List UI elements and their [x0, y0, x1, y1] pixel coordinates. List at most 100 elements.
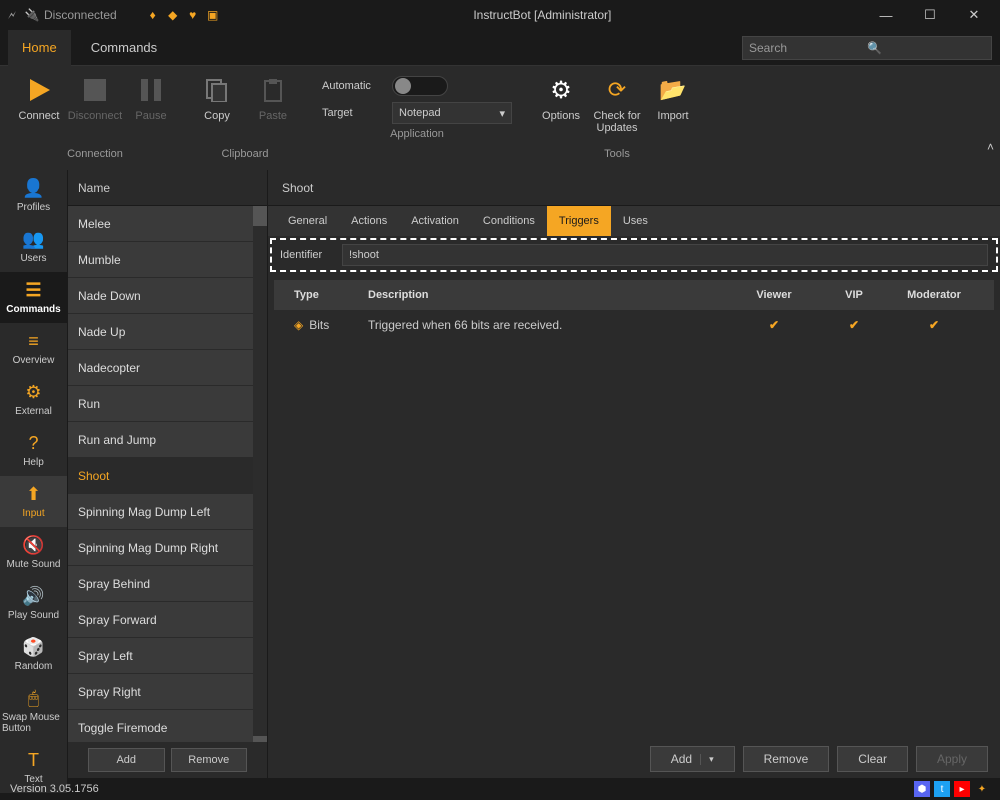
search-icon: 🔍 — [867, 41, 985, 55]
badge-icon-2: ◆ — [165, 7, 181, 23]
automatic-toggle[interactable] — [392, 76, 448, 96]
list-item[interactable]: Spray Forward — [68, 602, 267, 638]
gear-icon: ⚙ — [545, 74, 577, 106]
nav-item-random[interactable]: 🎲Random — [0, 629, 67, 680]
stop-icon — [79, 74, 111, 106]
tab-commands[interactable]: Commands — [77, 30, 171, 66]
nav-item-overview[interactable]: ≡Overview — [0, 323, 67, 374]
nav-item-play-sound[interactable]: 🔊Play Sound — [0, 578, 67, 629]
pause-icon — [135, 74, 167, 106]
detail-title: Shoot — [268, 170, 1000, 206]
nav-item-swap-mouse-button[interactable]: 🖱Swap Mouse Button — [0, 680, 67, 742]
detail-tab-conditions[interactable]: Conditions — [471, 206, 547, 236]
discord-icon[interactable]: ⬢ — [914, 781, 930, 797]
badge-icon-1: ♦ — [145, 7, 161, 23]
nav-icon: T — [21, 748, 47, 772]
nav-icon: 🖱 — [21, 686, 47, 710]
list-item[interactable]: Spray Right — [68, 674, 267, 710]
window-title: InstructBot [Administrator] — [221, 8, 864, 22]
nav-icon: ⚙ — [21, 380, 47, 404]
copy-button[interactable]: Copy — [190, 70, 244, 126]
list-item[interactable]: Run and Jump — [68, 422, 267, 458]
detail-tab-uses[interactable]: Uses — [611, 206, 660, 236]
target-select[interactable]: Notepad ▾ — [392, 102, 512, 124]
pause-button[interactable]: Pause — [124, 70, 178, 126]
list-header: Name — [68, 170, 267, 206]
twitter-icon[interactable]: t — [934, 781, 950, 797]
list-add-button[interactable]: Add — [88, 748, 165, 772]
identifier-input[interactable] — [342, 244, 988, 266]
tab-home[interactable]: Home — [8, 30, 71, 66]
search-input[interactable]: Search 🔍 — [742, 36, 992, 60]
app-small-icon[interactable]: ✦ — [974, 781, 990, 797]
titlebar: 🗲 🔌 Disconnected ♦ ◆ ♥ ▣ InstructBot [Ad… — [0, 0, 1000, 30]
minimize-button[interactable]: — — [864, 0, 908, 30]
nav-icon: ? — [21, 431, 47, 455]
target-label: Target — [322, 107, 382, 119]
badge-icon-4: ▣ — [205, 7, 221, 23]
left-nav: 👤Profiles👥Users☰Commands≡Overview⚙Extern… — [0, 170, 68, 778]
list-item[interactable]: Spinning Mag Dump Left — [68, 494, 267, 530]
list-item[interactable]: Shoot — [68, 458, 267, 494]
detail-add-button[interactable]: Add — [650, 746, 735, 772]
command-list[interactable]: MeleeMumbleNade DownNade UpNadecopterRun… — [68, 206, 267, 742]
youtube-icon[interactable]: ▸ — [954, 781, 970, 797]
list-scrollbar[interactable] — [253, 206, 267, 742]
connect-button[interactable]: Connect — [12, 70, 66, 126]
list-item[interactable]: Nade Down — [68, 278, 267, 314]
nav-icon: ☰ — [21, 278, 47, 302]
list-item[interactable]: Melee — [68, 206, 267, 242]
list-item[interactable]: Spray Behind — [68, 566, 267, 602]
list-remove-button[interactable]: Remove — [171, 748, 248, 772]
detail-apply-button[interactable]: Apply — [916, 746, 988, 772]
maximize-button[interactable]: ☐ — [908, 0, 952, 30]
options-button[interactable]: ⚙ Options — [534, 70, 588, 126]
list-item[interactable]: Mumble — [68, 242, 267, 278]
ribbon-collapse-button[interactable]: ˄ — [987, 140, 994, 154]
import-button[interactable]: 📂 Import — [646, 70, 700, 126]
play-icon — [23, 74, 55, 106]
list-item[interactable]: Spray Left — [68, 638, 267, 674]
close-button[interactable]: ✕ — [952, 0, 996, 30]
automatic-label: Automatic — [322, 80, 382, 92]
list-item[interactable]: Toggle Firemode — [68, 710, 267, 742]
connection-status: Disconnected — [44, 8, 117, 22]
ribbon-group-application: Application — [312, 124, 522, 146]
nav-item-mute-sound[interactable]: 🔇Mute Sound — [0, 527, 67, 578]
nav-item-external[interactable]: ⚙External — [0, 374, 67, 425]
nav-icon: ⬆ — [21, 482, 47, 506]
nav-item-input[interactable]: ⬆Input — [0, 476, 67, 527]
list-item[interactable]: Run — [68, 386, 267, 422]
app-icon: 🗲 — [4, 7, 20, 23]
nav-icon: 👤 — [21, 176, 47, 200]
nav-icon: 🎲 — [21, 635, 47, 659]
detail-tab-activation[interactable]: Activation — [399, 206, 471, 236]
list-item[interactable]: Spinning Mag Dump Right — [68, 530, 267, 566]
nav-icon: 🔇 — [21, 533, 47, 557]
detail-remove-button[interactable]: Remove — [743, 746, 830, 772]
detail-clear-button[interactable]: Clear — [837, 746, 908, 772]
triggers-table-header: Type Description Viewer VIP Moderator — [274, 280, 994, 310]
identifier-label: Identifier — [280, 249, 334, 261]
check-updates-button[interactable]: ⟳ Check for Updates — [590, 70, 644, 138]
paste-icon — [257, 74, 289, 106]
nav-item-users[interactable]: 👥Users — [0, 221, 67, 272]
bits-icon: ◈ — [294, 318, 303, 332]
badge-icon-3: ♥ — [185, 7, 201, 23]
nav-item-commands[interactable]: ☰Commands — [0, 272, 67, 323]
detail-tabs: GeneralActionsActivationConditionsTrigge… — [268, 206, 1000, 236]
detail-tab-general[interactable]: General — [276, 206, 339, 236]
disconnect-button[interactable]: Disconnect — [68, 70, 122, 126]
detail-tab-actions[interactable]: Actions — [339, 206, 399, 236]
menu-tabs: Home Commands Search 🔍 — [0, 30, 1000, 66]
detail-tab-triggers[interactable]: Triggers — [547, 206, 611, 236]
list-item[interactable]: Nade Up — [68, 314, 267, 350]
paste-button[interactable]: Paste — [246, 70, 300, 126]
trigger-row[interactable]: ◈BitsTriggered when 66 bits are received… — [274, 310, 994, 340]
nav-item-profiles[interactable]: 👤Profiles — [0, 170, 67, 221]
list-item[interactable]: Nadecopter — [68, 350, 267, 386]
plug-icon: 🔌 — [24, 7, 40, 23]
folder-icon: 📂 — [657, 74, 689, 106]
nav-item-help[interactable]: ?Help — [0, 425, 67, 476]
ribbon-group-tools: Tools — [534, 144, 700, 166]
